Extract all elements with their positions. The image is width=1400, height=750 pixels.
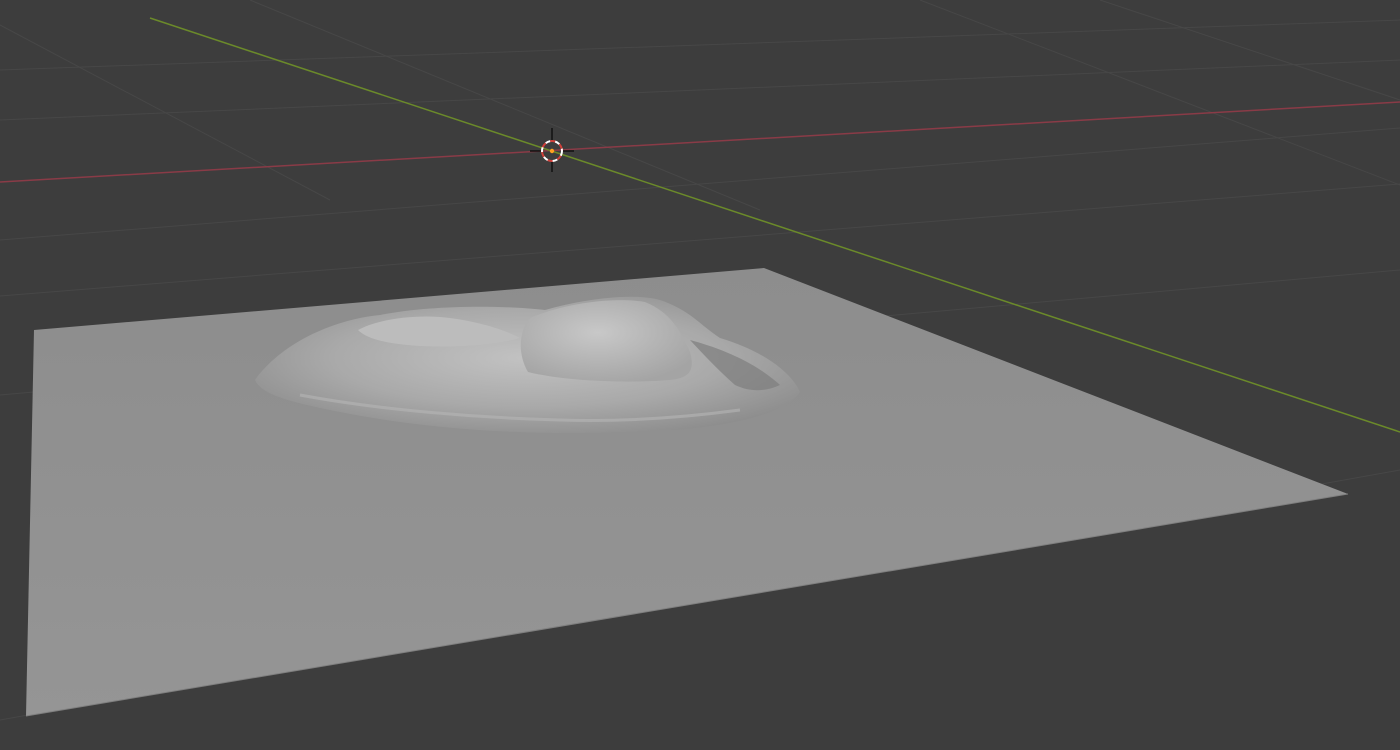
3d-viewport[interactable] — [0, 0, 1400, 750]
viewport-scene[interactable] — [0, 0, 1400, 750]
origin-dot-icon — [549, 148, 555, 154]
